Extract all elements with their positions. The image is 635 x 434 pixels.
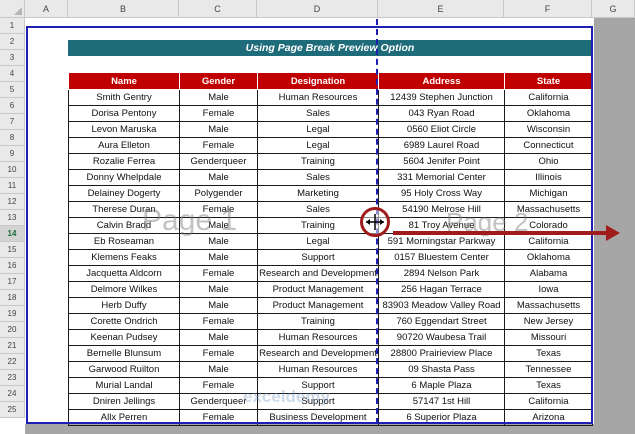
row-header-selected[interactable]: 14	[0, 226, 25, 242]
row-header[interactable]: 4	[0, 66, 25, 82]
row-header[interactable]: 25	[0, 402, 25, 418]
column-header-a[interactable]: A	[25, 0, 68, 18]
row-header[interactable]: 21	[0, 338, 25, 354]
row-header[interactable]: 7	[0, 114, 25, 130]
row-header[interactable]: 18	[0, 290, 25, 306]
row-header[interactable]: 16	[0, 258, 25, 274]
select-all-corner[interactable]	[0, 0, 25, 18]
row-header[interactable]: 5	[0, 82, 25, 98]
row-header[interactable]: 17	[0, 274, 25, 290]
row-header[interactable]: 8	[0, 130, 25, 146]
row-header[interactable]: 20	[0, 322, 25, 338]
column-header-c[interactable]: C	[179, 0, 257, 18]
row-header[interactable]: 15	[0, 242, 25, 258]
row-header[interactable]: 9	[0, 146, 25, 162]
row-header[interactable]: 1	[0, 18, 25, 34]
row-header[interactable]: 23	[0, 370, 25, 386]
column-header-g[interactable]: G	[592, 0, 635, 18]
resize-horizontal-icon	[360, 207, 390, 237]
row-header[interactable]: 2	[0, 34, 25, 50]
drag-direction-arrow	[393, 231, 608, 235]
column-header-e[interactable]: E	[378, 0, 504, 18]
spreadsheet-sheet: A B C D E F G 1 2 3 4 5 6 7 8 9 10 11 12…	[0, 0, 635, 434]
row-header[interactable]: 6	[0, 98, 25, 114]
row-header[interactable]: 12	[0, 194, 25, 210]
row-header[interactable]: 19	[0, 306, 25, 322]
drag-direction-arrowhead	[606, 225, 620, 241]
column-header-d[interactable]: D	[257, 0, 378, 18]
row-header[interactable]: 22	[0, 354, 25, 370]
row-header[interactable]: 3	[0, 50, 25, 66]
row-header[interactable]: 13	[0, 210, 25, 226]
row-header[interactable]: 10	[0, 162, 25, 178]
print-area-boundary[interactable]	[26, 26, 593, 424]
column-header-b[interactable]: B	[68, 0, 179, 18]
column-header-f[interactable]: F	[504, 0, 592, 18]
row-header[interactable]: 11	[0, 178, 25, 194]
row-header[interactable]: 24	[0, 386, 25, 402]
